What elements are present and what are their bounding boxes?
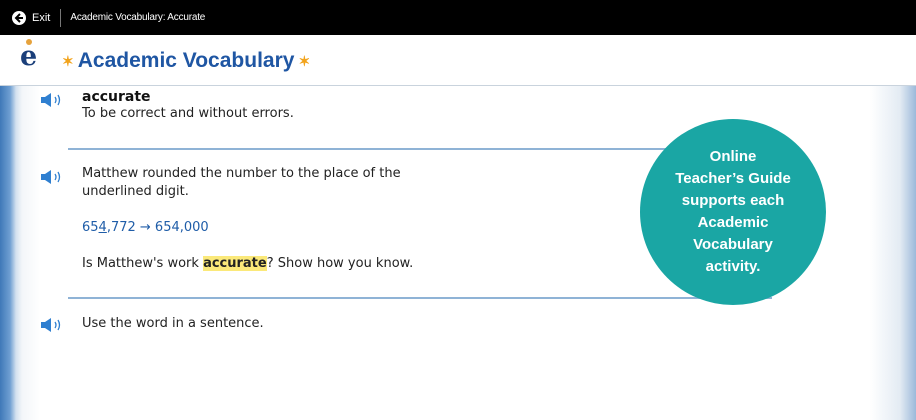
breadcrumb: Academic Vocabulary: Accurate (70, 12, 206, 23)
section-divider (68, 297, 772, 299)
ask-after: ? Show how you know. (266, 256, 414, 271)
speaker-icon[interactable] (40, 92, 66, 108)
top-bar: Exit Academic Vocabulary: Accurate (0, 0, 916, 35)
star-icon: ✶ (298, 52, 311, 69)
question-prompt-line1: Matthew rounded the number to the place … (82, 166, 401, 181)
app-header: e ✶ Academic Vocabulary ✶ (0, 35, 916, 86)
callout-line: activity. (705, 258, 761, 275)
ask-before: Is Matthew's work (82, 256, 204, 271)
exit-button[interactable]: Exit (12, 0, 50, 35)
teacher-guide-callout: Online Teacher’s Guide supports each Aca… (640, 119, 826, 305)
topbar-divider (60, 8, 62, 27)
word-definition: To be correct and without errors. (82, 106, 294, 121)
exit-label: Exit (32, 11, 51, 24)
callout-line: Online (709, 148, 757, 165)
app-title: ✶ Academic Vocabulary ✶ (58, 49, 314, 73)
callout-line: Vocabulary (693, 236, 773, 253)
highlighted-word: accurate (203, 256, 267, 271)
callout-line: Academic (697, 214, 769, 231)
star-icon: ✶ (62, 52, 74, 69)
speaker-icon[interactable] (40, 317, 66, 333)
arrow-left-circle-icon (12, 10, 26, 25)
math-prefix: 65 (82, 220, 99, 235)
logo-letter: e (20, 41, 38, 72)
callout-line: Teacher’s Guide (675, 170, 791, 187)
vocabulary-word: accurate (82, 89, 151, 105)
question-ask: Is Matthew's work accurate? Show how you… (82, 255, 413, 273)
e-logo: e (20, 39, 38, 72)
underlined-digit: 4 (98, 220, 107, 235)
logo-dot (26, 39, 32, 45)
callout-line: supports each (681, 192, 785, 209)
app-title-text: Academic Vocabulary (77, 49, 295, 72)
rounding-example: 654,772 → 654,000 (82, 220, 209, 235)
speaker-icon[interactable] (40, 169, 66, 185)
question-prompt-line2: underlined digit. (82, 184, 189, 199)
sentence-prompt: Use the word in a sentence. (82, 316, 264, 331)
math-suffix: ,772 → 654,000 (106, 220, 209, 235)
